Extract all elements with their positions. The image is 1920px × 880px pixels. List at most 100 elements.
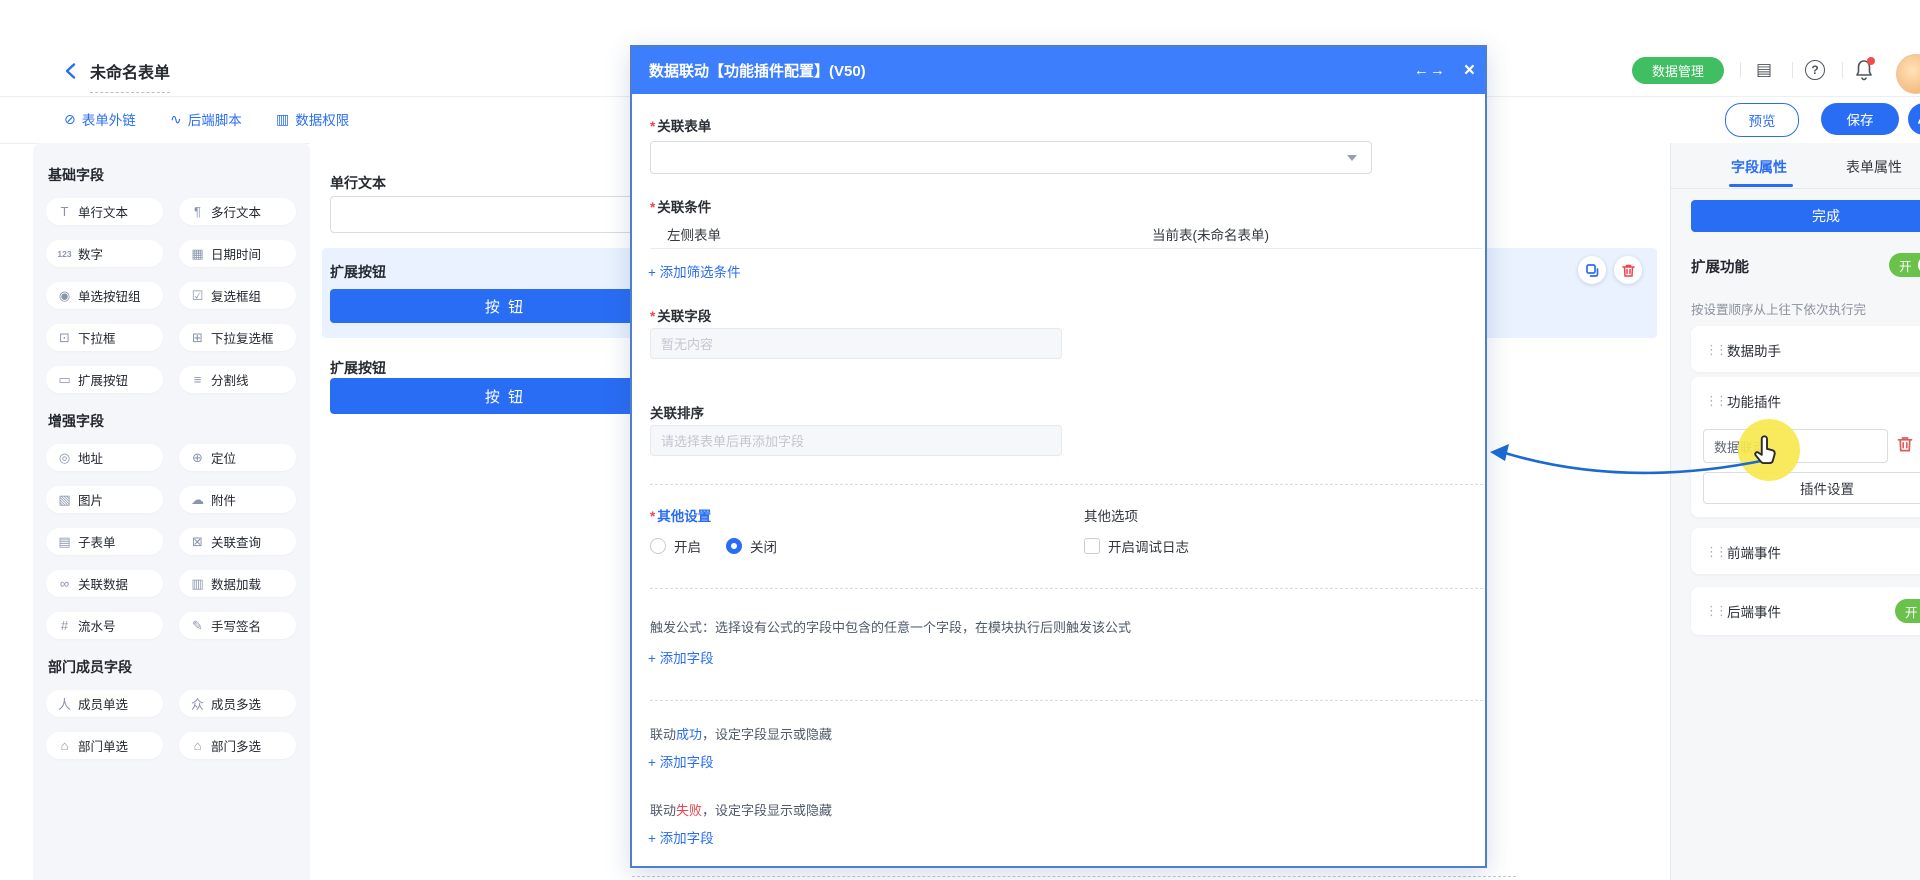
sidebar-item-label: 关联查询 [211, 532, 261, 551]
sidebar-item-member-single[interactable]: 人成员单选 [46, 690, 163, 717]
delete-plugin-button[interactable] [1896, 435, 1918, 457]
card-function-plugin[interactable]: ⋮⋮ 功能插件 数据联动 插件设置 [1691, 377, 1920, 517]
toolbar-item-data-permission[interactable]: ▥ 数据权限 [276, 109, 349, 129]
add-field-link-formula[interactable]: + 添加字段 [648, 647, 714, 667]
sidebar-item-divider[interactable]: ≡分割线 [179, 366, 296, 393]
tab-form-properties[interactable]: 表单属性 [1846, 157, 1902, 177]
sidebar-item-extend-button[interactable]: ▭扩展按钮 [46, 366, 163, 393]
debug-log-checkbox[interactable]: 开启调试日志 [1084, 536, 1189, 556]
sidebar-item-address[interactable]: ◎地址 [46, 444, 163, 471]
data-manage-button[interactable]: 数据管理 [1632, 57, 1724, 84]
sidebar-item-multi-line-text[interactable]: ¶多行文本 [179, 198, 296, 225]
done-button[interactable]: 完成 [1691, 200, 1920, 232]
sidebar-item-radio-group[interactable]: ◉单选按钮组 [46, 282, 163, 309]
toolbar-item-form-external-link[interactable]: ⊘ 表单外链 [64, 109, 136, 129]
resize-modal-icon[interactable]: ←→ [1414, 63, 1446, 78]
share-arrow-icon [1916, 111, 1920, 127]
script-icon: ∿ [170, 112, 182, 126]
sidebar-item-label: 图片 [78, 490, 103, 509]
notification-bell-icon[interactable] [1852, 58, 1876, 82]
other-options-label: 其他选项 [1084, 505, 1138, 525]
preview-button[interactable]: 预览 [1725, 103, 1799, 137]
drag-handle-icon[interactable]: ⋮⋮ [1705, 393, 1717, 409]
close-modal-icon[interactable]: × [1464, 61, 1475, 80]
radio-group-icon: ◉ [57, 288, 72, 304]
radio-option-off[interactable]: 关闭 [726, 536, 777, 556]
tab-field-properties[interactable]: 字段属性 [1731, 157, 1787, 177]
sidebar-item-signature[interactable]: ✎手写签名 [179, 612, 296, 639]
modal-header[interactable]: 数据联动【功能插件配置】(V50) ←→ × [632, 47, 1485, 94]
radio-selected-icon [726, 538, 742, 554]
sidebar-item-label: 流水号 [78, 616, 116, 635]
single-line-text-input[interactable] [330, 196, 680, 233]
extend-button-1[interactable]: 按 钮 [330, 289, 680, 323]
sidebar-item-data-load[interactable]: ▥数据加载 [179, 570, 296, 597]
drag-handle-icon[interactable]: ⋮⋮ [1705, 342, 1717, 358]
add-field-link-fail[interactable]: + 添加字段 [648, 827, 714, 847]
related-sort-input[interactable]: 请选择表单后再添加字段 [650, 425, 1062, 456]
data-load-icon: ▥ [190, 576, 205, 592]
back-button[interactable] [62, 62, 80, 80]
sidebar-item-label: 关联数据 [78, 574, 128, 593]
extend-button-icon: ▭ [57, 372, 72, 388]
sidebar-item-relation-data[interactable]: ∞关联数据 [46, 570, 163, 597]
section-dashed-divider [650, 700, 1483, 701]
toolbar-item-label: 数据权限 [295, 109, 349, 129]
add-filter-condition-link[interactable]: + 添加筛选条件 [648, 261, 741, 281]
save-button[interactable]: 保存 [1821, 103, 1899, 135]
related-field-input[interactable]: 暂无内容 [650, 328, 1062, 359]
plugin-settings-button[interactable]: 插件设置 [1703, 472, 1920, 504]
chart-icon: ▥ [276, 112, 289, 126]
sidebar-item-multi-select[interactable]: ⊞下拉复选框 [179, 324, 296, 351]
related-form-label: *关联表单 [650, 115, 711, 135]
card-label: 后端事件 [1727, 601, 1781, 621]
card-front-event[interactable]: ⋮⋮ 前端事件 [1691, 528, 1920, 574]
help-icon[interactable]: ? [1803, 58, 1827, 82]
sidebar-item-image[interactable]: ▧图片 [46, 486, 163, 513]
card-back-event[interactable]: ⋮⋮ 后端事件 开 [1691, 587, 1920, 635]
chevron-down-icon [1347, 155, 1357, 161]
modal-title: 数据联动【功能插件配置】(V50) [649, 60, 866, 81]
member-single-icon: 人 [57, 694, 72, 713]
card-data-helper[interactable]: ⋮⋮ 数据助手 [1691, 326, 1920, 372]
number-icon: 123 [57, 249, 72, 259]
radio-option-on[interactable]: 开启 [650, 536, 701, 556]
separator [1792, 62, 1793, 78]
sidebar-item-serial-number[interactable]: #流水号 [46, 612, 163, 639]
condition-col-right: 当前表(未命名表单) [1152, 224, 1269, 244]
extend-function-toggle[interactable]: 开 [1889, 253, 1920, 277]
sidebar-item-datetime[interactable]: ▦日期时间 [179, 240, 296, 267]
delete-field-button[interactable] [1614, 256, 1642, 284]
copy-field-button[interactable] [1578, 256, 1606, 284]
radio-icon [650, 538, 666, 554]
sidebar-item-select[interactable]: ⊡下拉框 [46, 324, 163, 351]
multi-select-icon: ⊞ [190, 330, 205, 346]
related-sort-label: 关联排序 [650, 402, 704, 422]
sidebar-item-number[interactable]: 123数字 [46, 240, 163, 267]
related-field-label: *关联字段 [650, 305, 711, 325]
drag-handle-icon[interactable]: ⋮⋮ [1705, 544, 1717, 560]
sidebar-item-relation-query[interactable]: ⊠关联查询 [179, 528, 296, 555]
back-event-toggle[interactable]: 开 [1895, 599, 1920, 623]
extend-button-2[interactable]: 按 钮 [330, 378, 680, 414]
active-tab-underline [1729, 184, 1793, 187]
toolbar-item-backend-script[interactable]: ∿ 后端脚本 [170, 109, 242, 129]
related-condition-label: *关联条件 [650, 196, 711, 216]
link-icon: ⊘ [64, 112, 76, 126]
sidebar-item-sub-form[interactable]: ▤子表单 [46, 528, 163, 555]
sidebar-item-checkbox-group[interactable]: ☑复选框组 [179, 282, 296, 309]
sidebar-item-member-multi[interactable]: 众成员多选 [179, 690, 296, 717]
sidebar-item-single-line-text[interactable]: T单行文本 [46, 198, 163, 225]
page-title[interactable]: 未命名表单 [90, 59, 170, 93]
sidebar-item-location[interactable]: ⊕定位 [179, 444, 296, 471]
drag-handle-icon[interactable]: ⋮⋮ [1705, 603, 1717, 619]
related-form-select[interactable] [650, 141, 1372, 174]
datetime-icon: ▦ [190, 246, 205, 262]
field-label-extend-button-2: 扩展按钮 [330, 358, 386, 378]
sidebar-item-attachment[interactable]: ☁附件 [179, 486, 296, 513]
contact-book-icon[interactable]: ▤ [1752, 58, 1776, 82]
sidebar-item-dept-single[interactable]: ⌂部门单选 [46, 732, 163, 759]
add-field-link-success[interactable]: + 添加字段 [648, 751, 714, 771]
sidebar-item-label: 定位 [211, 448, 236, 467]
sidebar-item-dept-multi[interactable]: ⌂部门多选 [179, 732, 296, 759]
